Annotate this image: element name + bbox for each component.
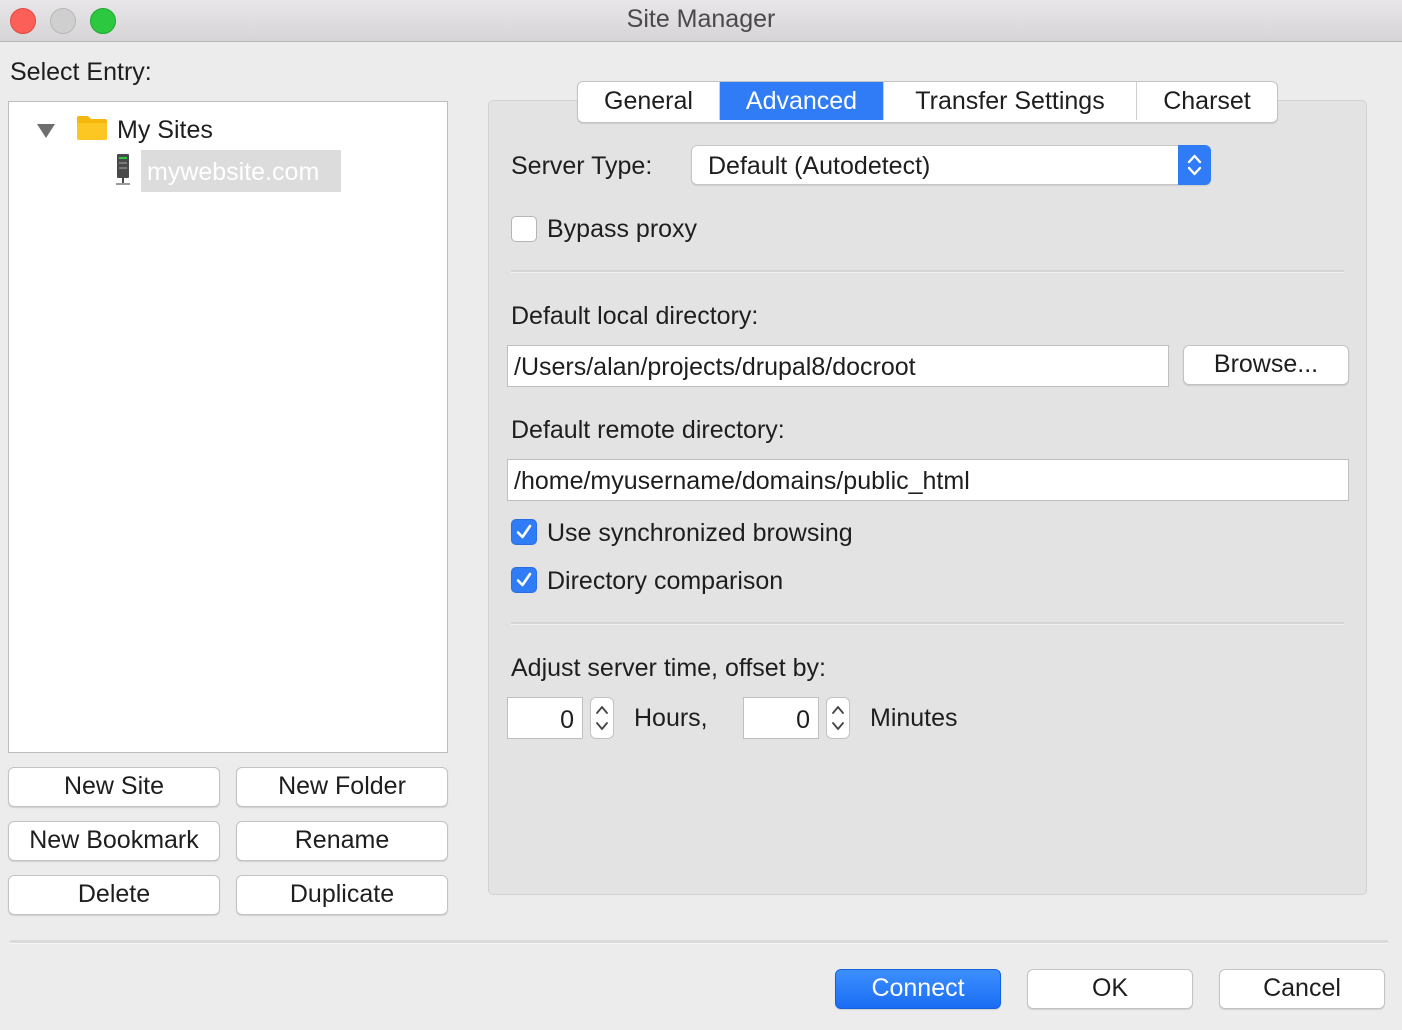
- ok-button[interactable]: OK: [1027, 969, 1193, 1009]
- minutes-input[interactable]: 0: [743, 697, 819, 739]
- remote-dir-label: Default remote directory:: [511, 416, 785, 444]
- rename-button[interactable]: Rename: [236, 821, 448, 861]
- disclosure-triangle-icon[interactable]: [37, 124, 55, 138]
- new-folder-button[interactable]: New Folder: [236, 767, 448, 807]
- new-site-button[interactable]: New Site: [8, 767, 220, 807]
- folder-icon: [77, 116, 107, 140]
- sync-browsing-checkbox[interactable]: [511, 519, 537, 545]
- adjust-time-label: Adjust server time, offset by:: [511, 654, 826, 682]
- tab-bar: General Advanced Transfer Settings Chars…: [577, 81, 1278, 123]
- hours-label: Hours,: [634, 704, 708, 732]
- server-type-label: Server Type:: [511, 152, 653, 180]
- tab-advanced[interactable]: Advanced: [720, 82, 884, 120]
- delete-button[interactable]: Delete: [8, 875, 220, 915]
- stepper-arrows-icon: [596, 706, 608, 730]
- window-title: Site Manager: [626, 5, 776, 33]
- hours-input[interactable]: 0: [507, 697, 583, 739]
- browse-button[interactable]: Browse...: [1183, 345, 1349, 385]
- select-entry-label: Select Entry:: [10, 58, 152, 86]
- bypass-proxy-label: Bypass proxy: [547, 215, 698, 243]
- minutes-stepper[interactable]: [826, 697, 850, 739]
- hours-stepper[interactable]: [590, 697, 614, 739]
- separator: [511, 622, 1344, 625]
- tree-root-my-sites[interactable]: My Sites: [117, 116, 213, 145]
- tree-item-site[interactable]: mywebsite.com: [141, 150, 341, 192]
- tab-transfer-settings[interactable]: Transfer Settings: [884, 82, 1137, 120]
- checkmark-icon: [516, 572, 532, 587]
- local-dir-input[interactable]: /Users/alan/projects/drupal8/docroot: [507, 345, 1169, 387]
- minutes-label: Minutes: [870, 704, 958, 732]
- server-icon: [116, 154, 130, 185]
- separator: [511, 270, 1344, 273]
- duplicate-button[interactable]: Duplicate: [236, 875, 448, 915]
- tree-item-site-label: mywebsite.com: [147, 158, 320, 186]
- stepper-arrows-icon: [832, 706, 844, 730]
- dir-comparison-label: Directory comparison: [547, 567, 784, 595]
- server-type-value: Default (Autodetect): [708, 152, 931, 180]
- local-dir-label: Default local directory:: [511, 302, 759, 330]
- tab-general[interactable]: General: [578, 82, 720, 120]
- connect-button[interactable]: Connect: [835, 969, 1001, 1009]
- title-bar: Site Manager: [0, 0, 1402, 42]
- site-tree[interactable]: My Sites mywebsite.com: [8, 101, 448, 753]
- remote-dir-input[interactable]: /home/myusername/domains/public_html: [507, 459, 1349, 501]
- sync-browsing-label: Use synchronized browsing: [547, 519, 853, 547]
- tab-charset[interactable]: Charset: [1137, 82, 1277, 120]
- server-type-select[interactable]: Default (Autodetect): [691, 145, 1211, 185]
- footer-separator: [10, 940, 1388, 944]
- new-bookmark-button[interactable]: New Bookmark: [8, 821, 220, 861]
- bypass-proxy-checkbox[interactable]: [511, 216, 537, 242]
- dir-comparison-checkbox[interactable]: [511, 567, 537, 593]
- checkmark-icon: [516, 524, 532, 539]
- cancel-button[interactable]: Cancel: [1219, 969, 1385, 1009]
- select-arrows-icon: [1178, 145, 1211, 185]
